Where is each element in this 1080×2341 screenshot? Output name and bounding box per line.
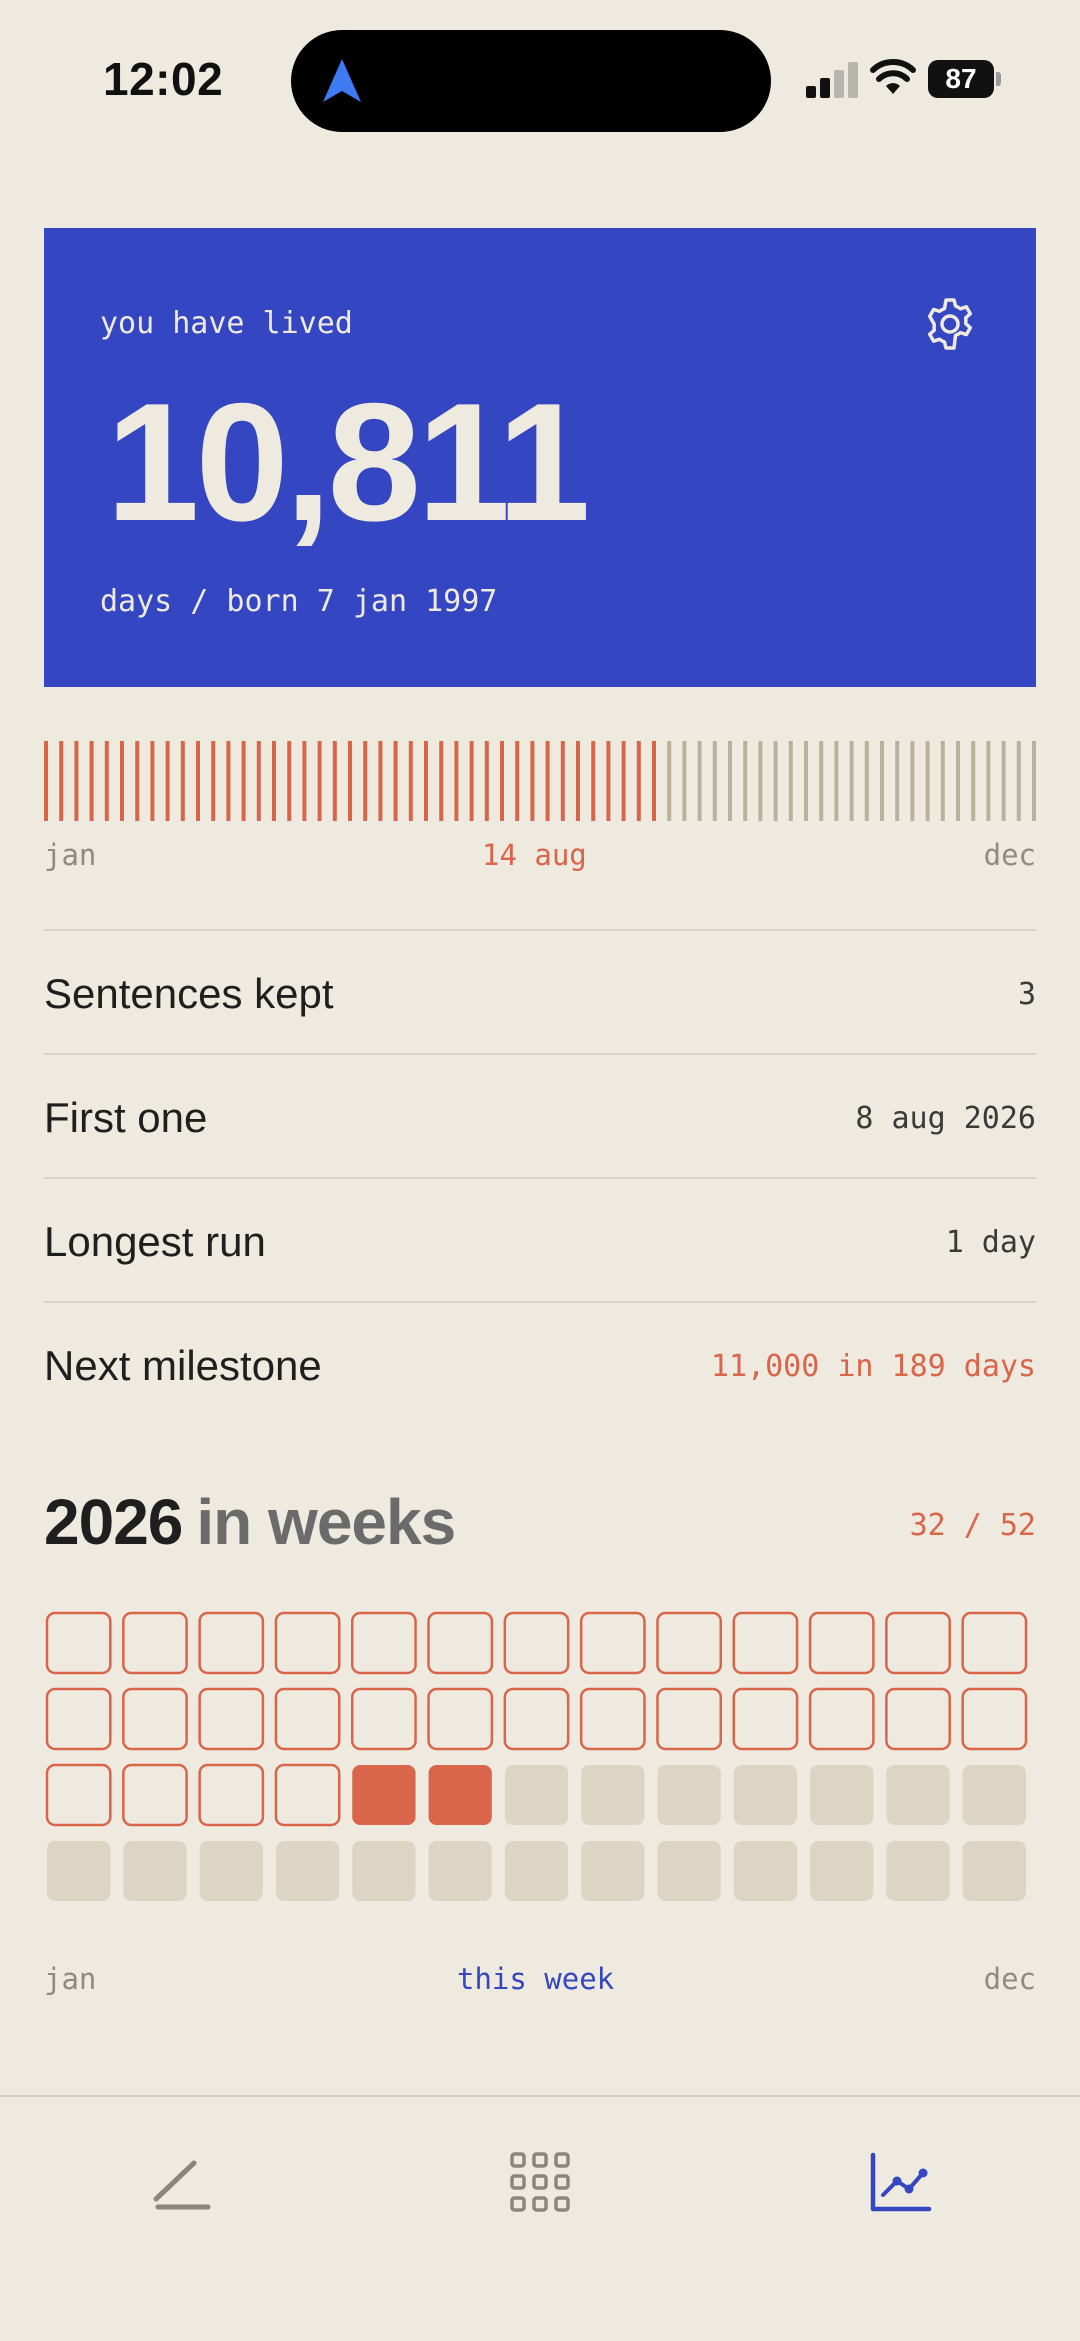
week-cell-future [581,1841,645,1901]
week-cell-future [428,1841,492,1901]
week-cell-future [886,1841,950,1901]
stat-value: 3 [1017,977,1036,1012]
weeks-labels: jan this week dec [44,1962,1036,1998]
week-cell-past [198,1763,265,1827]
weeks-count: 32 / 52 [909,1508,1036,1543]
week-cell-past [350,1687,417,1751]
week-cell-past [503,1611,570,1675]
chart-icon[interactable] [865,2147,935,2217]
week-cell-future [275,1841,340,1901]
stat-row-next-milestone: Next milestone 11,000 in 189 days [44,1301,1036,1425]
weeks-title: 2026 in weeks [44,1485,456,1559]
stat-value: 8 aug 2026 [855,1101,1036,1136]
battery-level: 87 [928,60,994,98]
week-cell-future [657,1765,721,1825]
week-cell-past [427,1687,494,1751]
week-cell-past [579,1611,646,1675]
week-cell-past [961,1611,1028,1675]
week-cell-future [657,1841,721,1901]
week-cell-past [808,1687,875,1751]
stats-list: Sentences kept 3 First one 8 aug 2026 Lo… [44,929,1036,1425]
week-cell-past [198,1611,265,1675]
week-cell-past [274,1611,341,1675]
week-cell-past [122,1763,188,1827]
stat-label: First one [44,1094,208,1141]
week-cell-future [504,1765,569,1825]
week-cell-future [47,1841,111,1901]
week-cell-future [123,1841,187,1901]
dynamic-island [291,30,771,132]
week-cell-future [810,1765,874,1825]
week-cell-future [810,1841,874,1901]
year-progress-labels: jan 14 aug dec [44,838,1036,874]
week-cell-past [808,1611,875,1675]
week-cell-future [886,1765,950,1825]
days-lived-count: 10,811 [106,368,591,556]
week-cell-future [962,1841,1026,1901]
week-cell-past [198,1687,265,1751]
stat-value: 11,000 in 189 days [710,1349,1036,1384]
location-arrow-icon [323,59,361,102]
week-cell-future [733,1841,798,1901]
week-cell-past [45,1611,112,1675]
days-lived-card: you have lived 10,811 days / born 7 jan … [44,228,1036,687]
week-cell-future [962,1765,1026,1825]
birth-date-subtitle: days / born 7 jan 1997 [100,584,498,619]
grid-icon[interactable] [505,2147,575,2217]
week-cell-future [199,1841,263,1901]
week-cell-past [885,1611,951,1675]
status-bar: 12:02 87 [0,0,1080,160]
week-cell-past [656,1611,723,1675]
stat-label: Next milestone [44,1342,322,1389]
week-cell-past [732,1611,799,1675]
week-cell-past [45,1687,112,1751]
week-cell-future [733,1765,798,1825]
current-date-label: 14 aug [482,838,587,872]
weeks-grid [45,1611,1028,1901]
this-week-label: this week [457,1962,615,1996]
week-cell-past [427,1611,494,1675]
stat-row-first-one: First one 8 aug 2026 [44,1053,1036,1177]
year-progress-bar [44,741,1036,821]
week-cell-past [961,1687,1028,1751]
week-cell-future [504,1841,569,1901]
status-time: 12:02 [103,53,224,105]
week-cell-past [45,1763,112,1827]
wifi-icon [870,59,916,94]
week-cell-current [352,1765,416,1825]
battery-icon: 87 [928,60,1002,98]
year-end-label: dec [983,838,1036,872]
pencil-icon[interactable] [146,2147,216,2217]
weeks-start-label: jan [44,1962,97,1996]
week-cell-current [428,1765,492,1825]
stat-row-longest-run: Longest run 1 day [44,1177,1036,1301]
week-cell-past [579,1687,646,1751]
weeks-end-label: dec [983,1962,1036,1996]
week-cell-past [656,1687,723,1751]
week-cell-future [352,1841,416,1901]
week-cell-past [732,1687,799,1751]
year-start-label: jan [44,838,97,872]
stat-value: 1 day [945,1225,1036,1260]
week-cell-past [885,1687,951,1751]
week-cell-past [503,1687,570,1751]
week-cell-past [122,1611,188,1675]
gear-icon[interactable] [922,296,978,352]
cellular-signal-icon [806,62,858,98]
tab-bar [0,2095,1080,2341]
days-lived-label: you have lived [100,306,353,341]
weeks-year: 2026 [44,1486,183,1558]
stat-label: Sentences kept [44,970,334,1017]
week-cell-past [274,1763,341,1827]
week-cell-past [274,1687,341,1751]
stat-label: Longest run [44,1218,266,1265]
stat-row-sentences-kept: Sentences kept 3 [44,929,1036,1053]
weeks-title-rest: in weeks [196,1486,456,1558]
week-cell-future [581,1765,645,1825]
week-cell-past [122,1687,188,1751]
week-cell-past [350,1611,417,1675]
